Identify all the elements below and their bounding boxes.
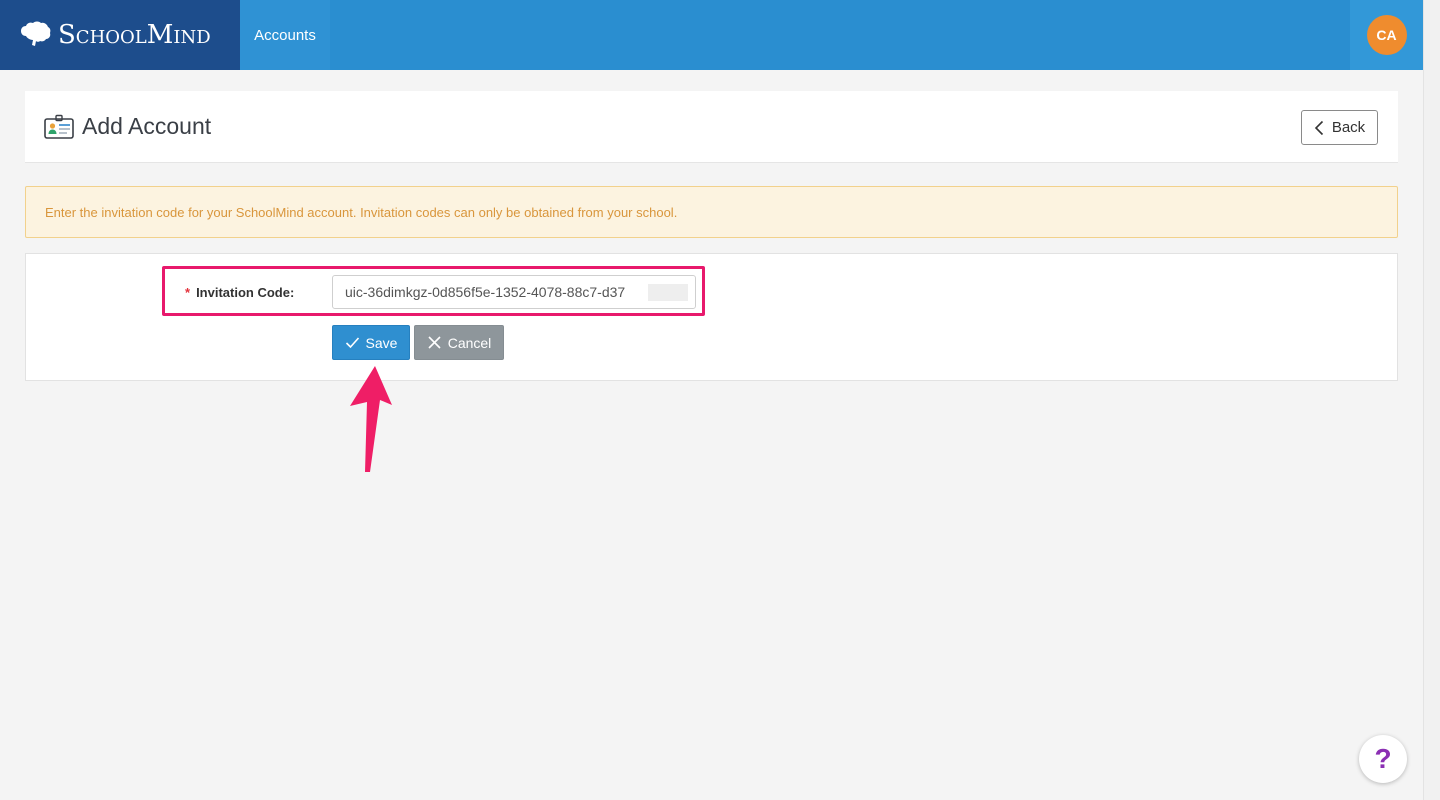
invitation-form: * Invitation Code: Save Cancel — [25, 253, 1398, 381]
invitation-code-label: * Invitation Code: — [185, 285, 294, 300]
brand-name: SchoolMind — [58, 20, 211, 50]
info-alert: Enter the invitation code for your Schoo… — [25, 186, 1398, 238]
id-card-icon — [44, 114, 74, 139]
avatar[interactable]: CA — [1366, 15, 1407, 55]
cancel-button[interactable]: Cancel — [414, 325, 504, 360]
brand[interactable]: SchoolMind — [0, 0, 240, 70]
nav-accounts[interactable]: Accounts — [240, 0, 330, 70]
back-button-label: Back — [1331, 119, 1366, 136]
top-navbar: SchoolMind Accounts CA — [0, 0, 1423, 70]
user-menu[interactable]: CA — [1350, 0, 1423, 70]
invitation-code-input[interactable] — [332, 275, 696, 309]
chevron-left-icon — [1314, 120, 1323, 135]
alert-text: Enter the invitation code for your Schoo… — [45, 204, 678, 220]
help-button[interactable]: ? — [1359, 735, 1407, 783]
question-icon: ? — [1374, 743, 1392, 774]
page-header: Add Account Back — [25, 91, 1398, 163]
annotation-arrow-icon — [350, 366, 392, 472]
close-icon — [428, 336, 441, 349]
back-button[interactable]: Back — [1301, 110, 1378, 145]
redacted-region — [648, 284, 688, 301]
brain-icon — [21, 21, 51, 46]
cancel-button-label: Cancel — [447, 334, 492, 351]
required-marker: * — [185, 285, 191, 300]
invitation-code-label-text: Invitation Code: — [196, 285, 295, 300]
save-button-label: Save — [365, 334, 398, 351]
page-scrollbar[interactable] — [1423, 0, 1440, 800]
check-icon — [345, 337, 359, 349]
save-button[interactable]: Save — [332, 325, 410, 360]
page-title: Add Account — [82, 113, 212, 139]
